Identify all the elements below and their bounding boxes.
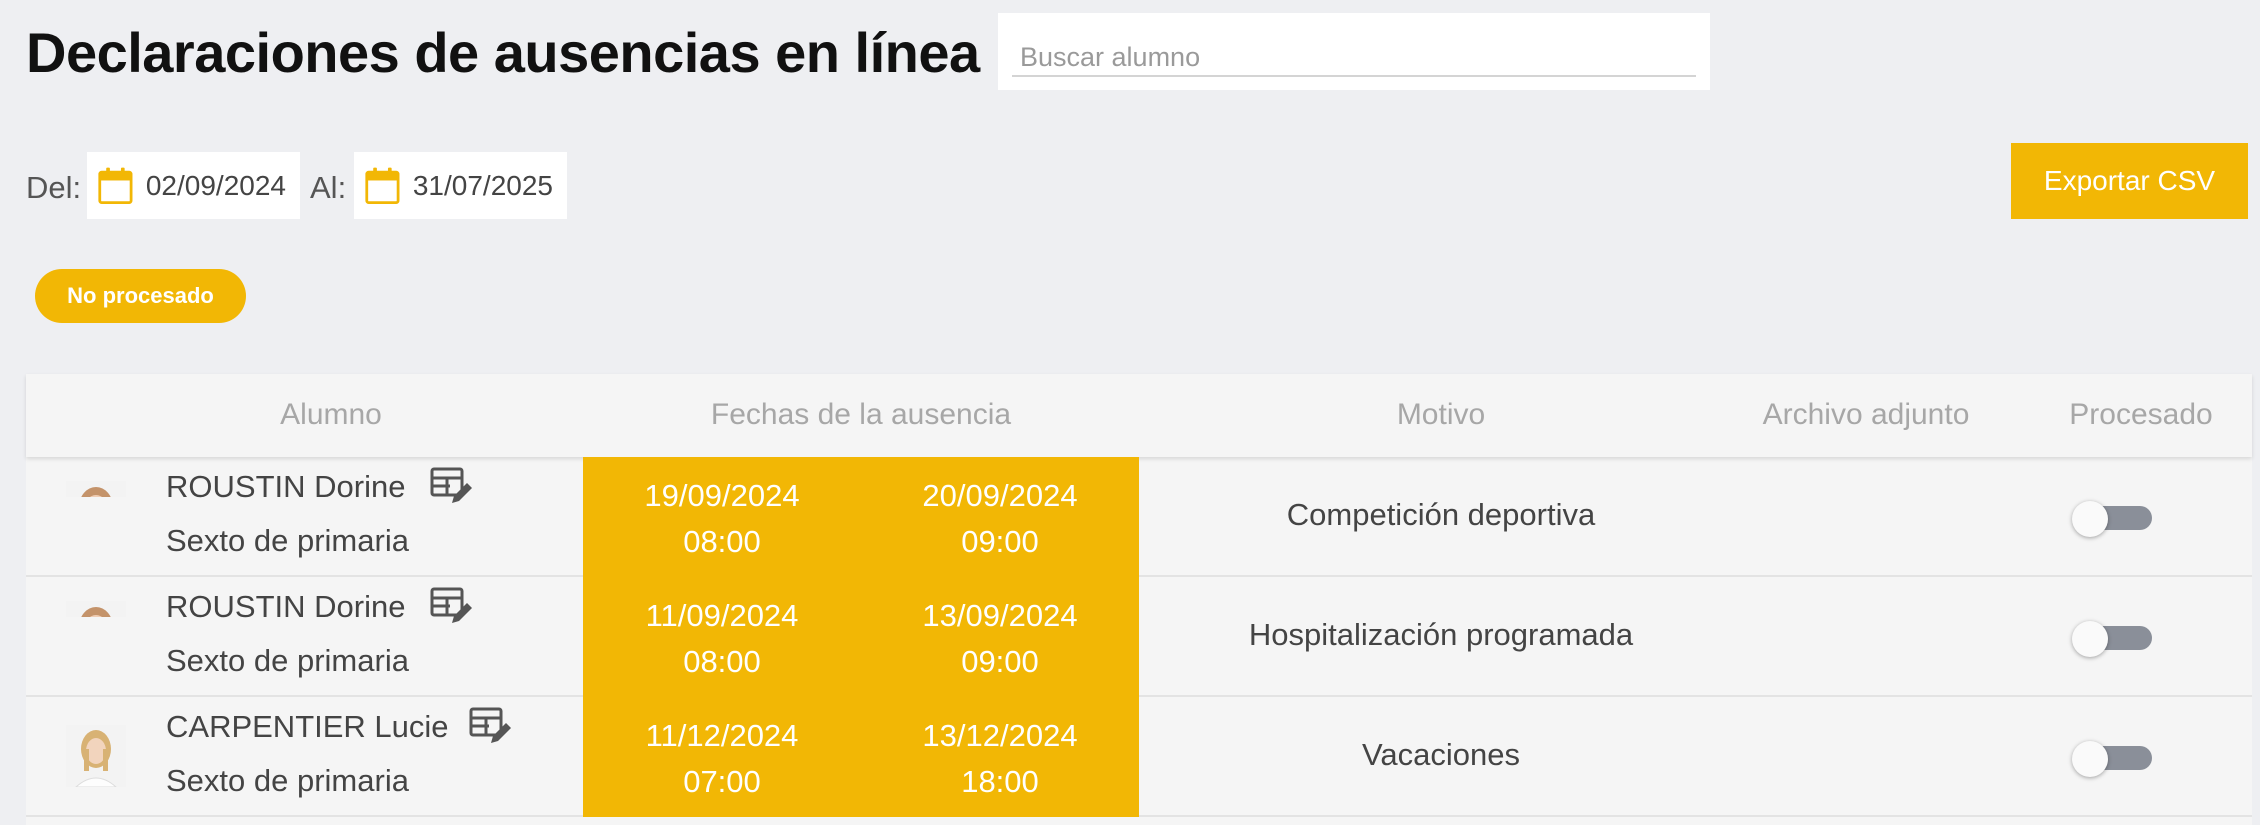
- calendar-icon: [98, 167, 133, 204]
- status-filter-chip[interactable]: No procesado: [35, 269, 246, 323]
- end-date: 13/12/2024: [922, 718, 1078, 753]
- avatar: [66, 481, 126, 497]
- to-label: Al:: [310, 170, 347, 205]
- start-time: 08:00: [683, 524, 761, 559]
- from-date-picker[interactable]: 02/09/2024: [87, 152, 300, 219]
- absence-end: 13/09/2024 09:00: [861, 593, 1139, 685]
- absence-dates-cell: 11/09/2024 08:00 13/09/2024 09:00: [583, 577, 1139, 697]
- column-header-processed: Procesado: [2069, 398, 2213, 431]
- absence-end: 13/12/2024 18:00: [861, 713, 1139, 805]
- absences-table: Alumno Fechas de la ausencia Motivo Arch…: [26, 374, 2252, 825]
- column-header-reason: Motivo: [1396, 398, 1486, 431]
- start-date: 11/09/2024: [645, 598, 799, 633]
- end-time: 09:00: [961, 644, 1039, 679]
- student-class: Sexto de primaria: [166, 763, 409, 798]
- from-date-value: 02/09/2024: [145, 169, 286, 201]
- absence-start: 11/12/2024 07:00: [583, 713, 861, 805]
- student-class: Sexto de primaria: [166, 523, 409, 558]
- table-header: Alumno Fechas de la ausencia Motivo Arch…: [26, 374, 2252, 457]
- start-date: 11/12/2024: [645, 718, 799, 753]
- absence-start: 11/09/2024 08:00: [583, 593, 861, 685]
- table-row[interactable]: CARPENTIER Lucie Sexto de primaria 11/12…: [26, 697, 2252, 817]
- end-time: 18:00: [961, 764, 1039, 799]
- search-box: [998, 13, 1710, 90]
- processed-toggle[interactable]: [2072, 501, 2154, 537]
- absence-reason: Competición deportiva: [1286, 497, 1596, 532]
- absence-dates-cell: 19/09/2024 08:00 20/09/2024 09:00: [583, 457, 1139, 577]
- processed-toggle[interactable]: [2072, 741, 2154, 777]
- start-date: 19/09/2024: [644, 478, 800, 513]
- student-class: Sexto de primaria: [166, 643, 409, 678]
- absence-start: 19/09/2024 08:00: [583, 473, 861, 565]
- end-time: 09:00: [961, 524, 1039, 559]
- absence-reason: Vacaciones: [1362, 737, 1520, 772]
- start-time: 08:00: [683, 644, 761, 679]
- to-date-value: 31/07/2025: [412, 169, 553, 201]
- export-csv-button[interactable]: Exportar CSV: [2011, 143, 2248, 219]
- table-row[interactable]: ROUSTIN Dorine Sexto de primaria 11/09/2…: [26, 577, 2252, 697]
- absence-end: 20/09/2024 09:00: [861, 473, 1139, 565]
- column-header-dates: Fechas de la ausencia: [710, 398, 1012, 431]
- page-title: Declaraciones de ausencias en línea: [26, 21, 980, 84]
- from-label: Del:: [26, 170, 82, 205]
- edit-record-icon[interactable]: [430, 587, 474, 629]
- student-name[interactable]: CARPENTIER Lucie: [166, 709, 449, 745]
- processed-toggle[interactable]: [2072, 621, 2154, 657]
- student-name[interactable]: ROUSTIN Dorine: [166, 589, 405, 625]
- absence-dates-cell: 11/12/2024 07:00 13/12/2024 18:00: [583, 697, 1139, 817]
- column-header-student: Alumno: [280, 398, 382, 431]
- absence-reason: Hospitalización programada: [1248, 617, 1634, 652]
- search-input[interactable]: [1012, 39, 1696, 77]
- end-date: 13/09/2024: [922, 598, 1078, 633]
- to-date-picker[interactable]: 31/07/2025: [354, 152, 567, 219]
- avatar: [66, 725, 126, 787]
- calendar-icon: [365, 167, 400, 204]
- end-date: 20/09/2024: [922, 478, 1078, 513]
- student-name[interactable]: ROUSTIN Dorine: [166, 469, 405, 505]
- table-row[interactable]: ROUSTIN Dorine Sexto de primaria 19/09/2…: [26, 457, 2252, 577]
- edit-record-icon[interactable]: [469, 707, 513, 749]
- avatar: [66, 601, 126, 617]
- edit-record-icon[interactable]: [430, 467, 474, 509]
- start-time: 07:00: [683, 764, 761, 799]
